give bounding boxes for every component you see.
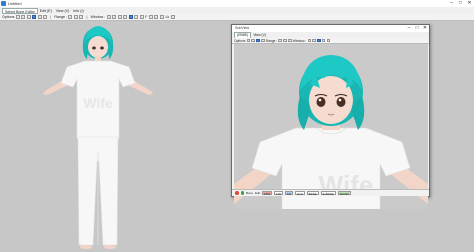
status-box-fill[interactable]: Fill xyxy=(285,191,293,196)
shirt-print-text: Wife xyxy=(83,95,113,111)
window-toggle-1[interactable] xyxy=(106,15,111,19)
app-window: Untitled – □ ✕ Select Bone Editor Edit (… xyxy=(0,0,474,252)
fill-label[interactable]: F xyxy=(145,15,147,19)
minimize-icon[interactable]: – xyxy=(405,25,413,32)
window-toggle-7[interactable] xyxy=(139,15,144,19)
subview-title-bar: SubView – □ ✕ xyxy=(232,25,429,32)
menu-bar: Select Bone Editor Edit (E) View (V) Inf… xyxy=(0,7,474,14)
subview-window-controls: – □ ✕ xyxy=(405,25,429,32)
toolbar-toggle-6[interactable] xyxy=(43,15,48,19)
maximize-icon[interactable]: □ xyxy=(413,25,421,32)
range-label: Range : xyxy=(54,15,67,19)
minimize-icon[interactable]: – xyxy=(447,0,456,7)
close-icon[interactable]: ✕ xyxy=(465,0,474,7)
window-toggle-2[interactable] xyxy=(112,15,117,19)
range-toggle-1[interactable] xyxy=(68,15,73,19)
range-toggle-3[interactable] xyxy=(79,15,84,19)
window-toggle-8[interactable] xyxy=(148,15,153,19)
window-controls: – □ ✕ xyxy=(447,0,474,7)
status-box-base[interactable]: BASE xyxy=(306,191,319,196)
toolbar-toggle-5[interactable] xyxy=(37,15,42,19)
window-toggle-4[interactable] xyxy=(123,15,128,19)
status-box-dlow[interactable]: DLOW xyxy=(337,191,351,196)
bar-separator-icon: | xyxy=(86,15,88,19)
status-box-grid[interactable]: Grid xyxy=(294,191,305,196)
bar-separator-icon: | xyxy=(50,15,52,19)
subview-range-toggle-1[interactable] xyxy=(278,38,283,43)
subview-window-toggle-4[interactable] xyxy=(321,38,326,43)
lock-label[interactable]: Lk xyxy=(165,15,169,19)
window-toggle-10[interactable] xyxy=(159,15,164,19)
toolbar-toggle-4[interactable] xyxy=(32,15,37,19)
app-icon xyxy=(1,1,6,6)
status-green-dot-icon xyxy=(240,191,244,195)
subview-status-bar: Bone Edit FPS 120 Fill Grid BASE E-BASE … xyxy=(232,189,429,196)
window-toggle-5[interactable] xyxy=(128,15,133,19)
toolbar-toggle-3[interactable] xyxy=(26,15,31,19)
options-menu[interactable]: Options xyxy=(2,15,14,19)
subview-window-toggle-1[interactable] xyxy=(307,38,312,43)
subview-range-toggle-2[interactable] xyxy=(283,38,287,43)
status-box-e-base[interactable]: E-BASE xyxy=(320,191,336,196)
subview-window-toggle-2[interactable] xyxy=(312,38,316,43)
subview-options-menu[interactable]: Options xyxy=(234,39,245,43)
menu-tab-edit[interactable]: Edit (E) xyxy=(38,8,54,14)
model-full-body: Wife xyxy=(43,26,153,250)
subview-range-label: Range : xyxy=(265,38,278,43)
status-item-bone[interactable]: Bone xyxy=(246,191,253,195)
subview-toggle-4[interactable] xyxy=(260,38,265,43)
subview-window-toggle-5[interactable] xyxy=(326,38,331,43)
menu-tab-view[interactable]: View (V) xyxy=(54,8,72,14)
title-bar: Untitled – □ ✕ xyxy=(0,0,474,7)
window-label: Window : xyxy=(90,15,106,19)
menu-tab-select-bone[interactable]: Select Bone Editor xyxy=(2,7,38,14)
subview-toggle-3[interactable] xyxy=(256,38,260,43)
window-toggle-3[interactable] xyxy=(117,15,122,19)
subview-toggle-1[interactable] xyxy=(246,38,251,43)
status-red-dot-icon xyxy=(235,191,239,195)
window-title: Untitled xyxy=(8,1,22,6)
window-toggle-9[interactable] xyxy=(154,15,159,19)
window-toggle-11[interactable] xyxy=(170,15,175,19)
window-toggle-6[interactable] xyxy=(134,15,139,19)
menu-tab-info[interactable]: Info (I) xyxy=(71,8,85,14)
maximize-icon[interactable]: □ xyxy=(456,0,465,7)
subview-window-toggle-3[interactable] xyxy=(317,38,321,43)
subview-menu-tab-view[interactable]: View (V) xyxy=(251,33,268,38)
subview-window: SubView – □ ✕ (EBBE) View (V) Options Ra… xyxy=(231,24,430,209)
range-toggle-2[interactable] xyxy=(73,15,78,19)
close-icon[interactable]: ✕ xyxy=(421,25,429,32)
main-toolbar: Options | Range : | Window : F Lk xyxy=(0,14,474,21)
status-box-value[interactable]: 120 xyxy=(274,191,284,196)
toolbar-toggle-1[interactable] xyxy=(15,15,20,19)
toolbar-toggle-2[interactable] xyxy=(21,15,26,19)
subview-window-label: Window : xyxy=(292,38,307,43)
model-closeup: Wife xyxy=(234,55,428,209)
subview-3d-viewport[interactable]: Wife xyxy=(234,44,428,209)
status-item-edit[interactable]: Edit xyxy=(255,191,260,195)
status-box-fps[interactable]: FPS xyxy=(262,191,273,196)
subview-range-toggle-3[interactable] xyxy=(288,38,292,43)
subview-toggle-2[interactable] xyxy=(251,38,255,43)
